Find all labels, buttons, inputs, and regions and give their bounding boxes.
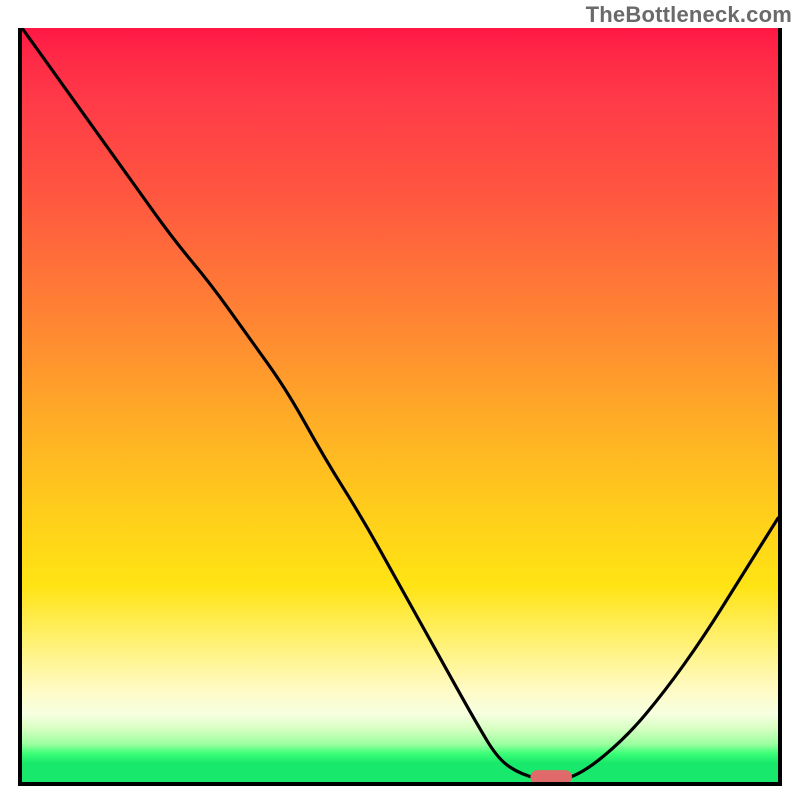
plot-svg	[22, 28, 778, 782]
optimal-marker	[530, 770, 572, 784]
chart-stage: TheBottleneck.com	[0, 0, 800, 800]
bottleneck-curve	[22, 28, 778, 780]
watermark-label: TheBottleneck.com	[586, 2, 792, 28]
plot-frame	[18, 28, 782, 786]
